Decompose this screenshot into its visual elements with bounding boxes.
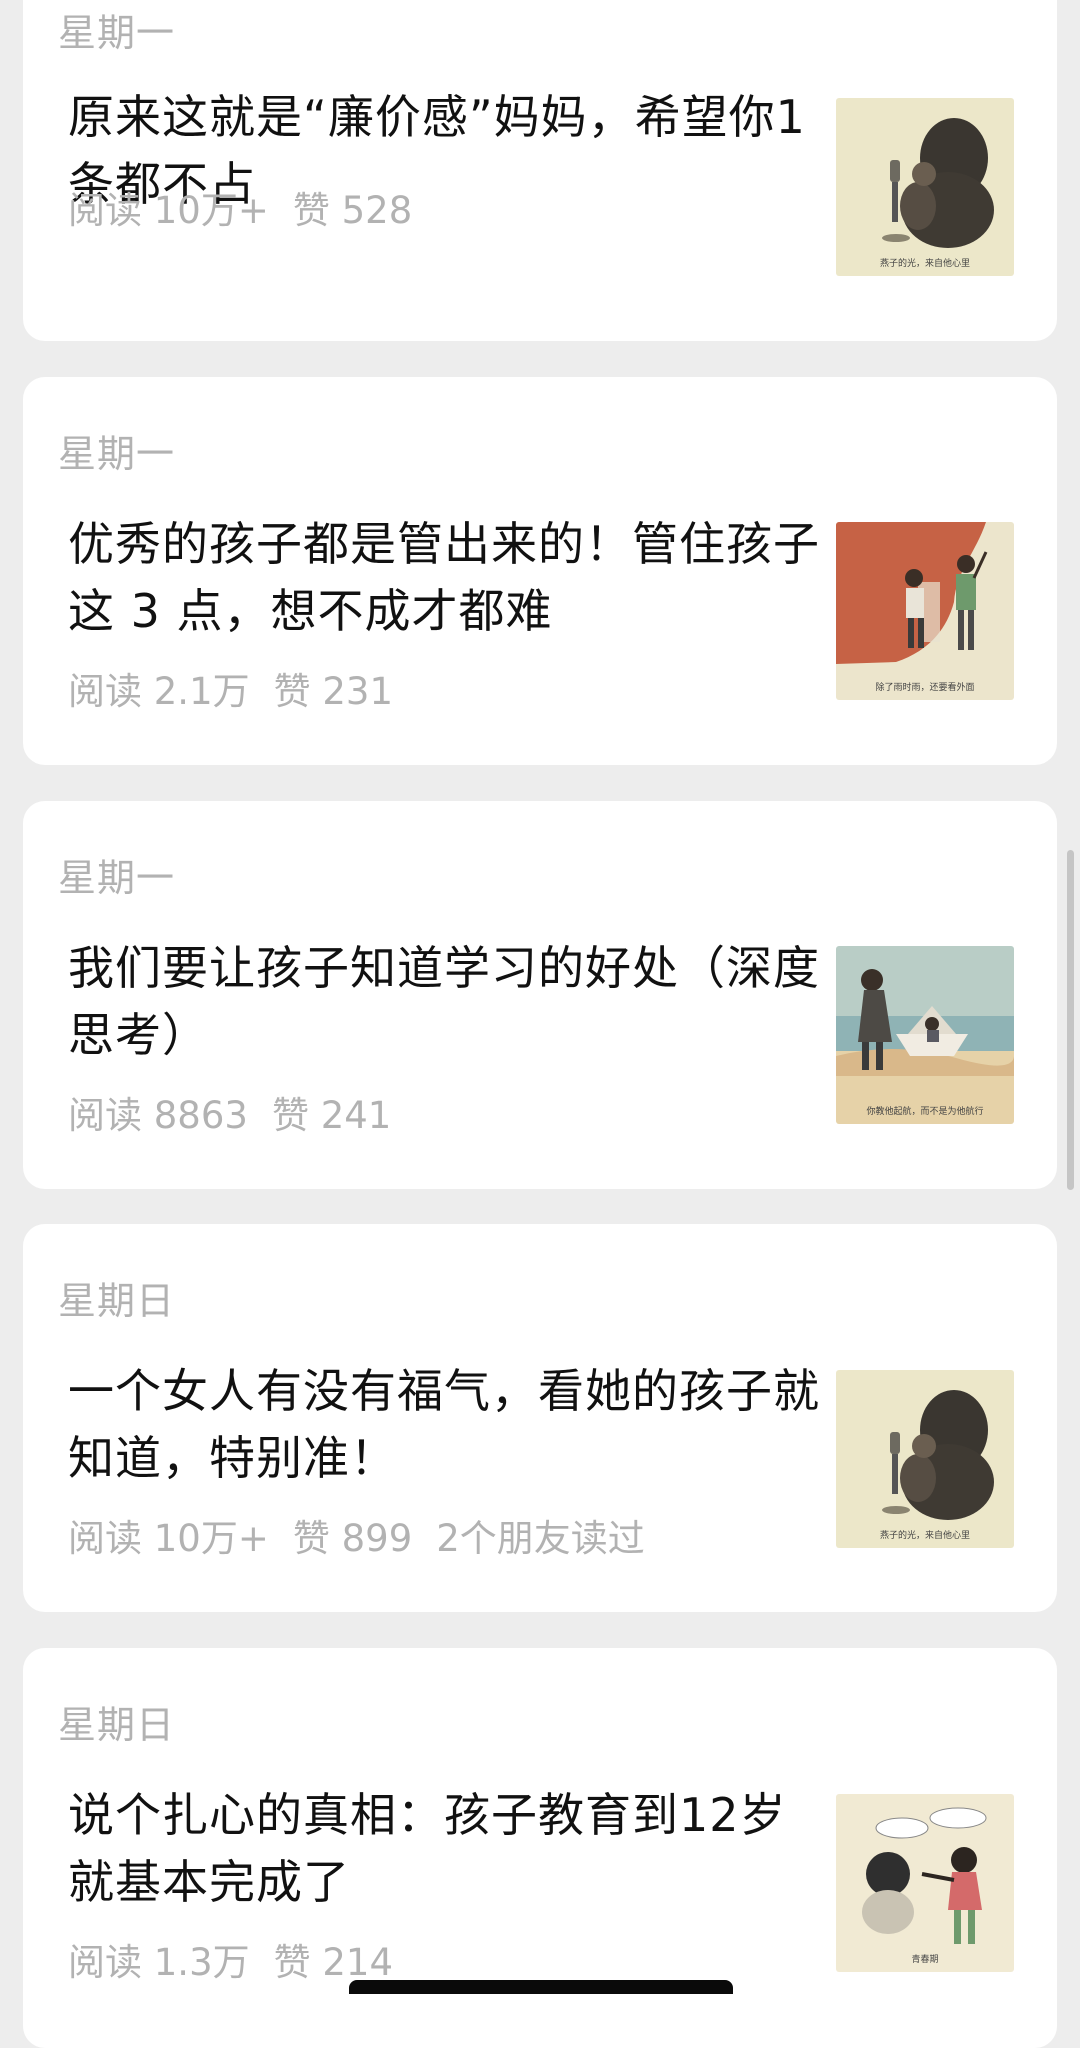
- thumb-caption: 你教他起航，而不是为他航行: [866, 1105, 983, 1117]
- article-title[interactable]: 说个扎心的真相：孩子教育到12岁就基本完成了: [68, 1782, 828, 1916]
- mother-child-illustration-icon[interactable]: 燕子的光，来自他心里: [836, 1370, 1014, 1548]
- read-count: 阅读 2.1万: [68, 670, 250, 713]
- like-count: 赞 241: [271, 1094, 392, 1137]
- like-count: 赞 231: [273, 670, 393, 713]
- article-weekday: 星期一: [58, 11, 176, 55]
- like-count: 赞 899: [292, 1517, 413, 1560]
- article-card[interactable]: 星期一 我们要让孩子知道学习的好处（深度思考） 阅读 8863 赞 241 你教他…: [23, 801, 1057, 1189]
- read-count: 阅读 10万+: [68, 189, 269, 232]
- article-weekday: 星期日: [58, 1279, 176, 1323]
- friends-read: 2个朋友读过: [436, 1517, 645, 1560]
- thumb-caption: 除了雨时雨，还要看外面: [875, 681, 974, 693]
- article-weekday: 星期一: [58, 856, 176, 900]
- article-title[interactable]: 我们要让孩子知道学习的好处（深度思考）: [68, 935, 828, 1069]
- article-stats: 阅读 1.3万赞 214: [68, 1932, 441, 1986]
- article-title[interactable]: 一个女人有没有福气，看她的孩子就知道，特别准！: [68, 1358, 828, 1492]
- article-stats: 阅读 10万+ 赞 899 2个朋友读过: [68, 1508, 669, 1562]
- scrollbar[interactable]: [1067, 850, 1074, 1190]
- painting-wall-illustration-icon[interactable]: 除了雨时雨，还要看外面: [836, 522, 1014, 700]
- read-count: 阅读 10万+: [68, 1517, 269, 1560]
- article-stats: 阅读 2.1万赞 231: [68, 661, 441, 715]
- like-count: 赞 528: [292, 189, 413, 232]
- article-weekday: 星期日: [58, 1703, 176, 1747]
- thumb-caption: 青春期: [911, 1953, 938, 1965]
- home-indicator[interactable]: [349, 1980, 733, 1994]
- like-count: 赞 214: [273, 1941, 393, 1984]
- read-count: 阅读 1.3万: [68, 1941, 250, 1984]
- thumb-caption: 燕子的光，来自他心里: [880, 1529, 970, 1541]
- article-card[interactable]: 星期一 原来这就是“廉价感”妈妈，希望你1条都不占 阅读 10万+ 赞 528 燕…: [23, 0, 1057, 341]
- article-stats: 阅读 8863 赞 241: [68, 1085, 439, 1139]
- read-count: 阅读 8863: [68, 1094, 248, 1137]
- mother-child-illustration-icon[interactable]: 燕子的光，来自他心里: [836, 98, 1014, 276]
- article-title[interactable]: 优秀的孩子都是管出来的！管住孩子这 3 点，想不成才都难: [68, 511, 828, 645]
- quarrel-illustration-icon[interactable]: 青春期: [836, 1794, 1014, 1972]
- article-card[interactable]: 星期一 优秀的孩子都是管出来的！管住孩子这 3 点，想不成才都难 阅读 2.1万…: [23, 377, 1057, 765]
- article-weekday: 星期一: [58, 432, 176, 476]
- article-card[interactable]: 星期日 一个女人有没有福气，看她的孩子就知道，特别准！ 阅读 10万+ 赞 899…: [23, 1224, 1057, 1612]
- thumb-caption: 燕子的光，来自他心里: [880, 257, 970, 269]
- paper-boat-illustration-icon[interactable]: 你教他起航，而不是为他航行: [836, 946, 1014, 1124]
- article-stats: 阅读 10万+ 赞 528: [68, 180, 460, 234]
